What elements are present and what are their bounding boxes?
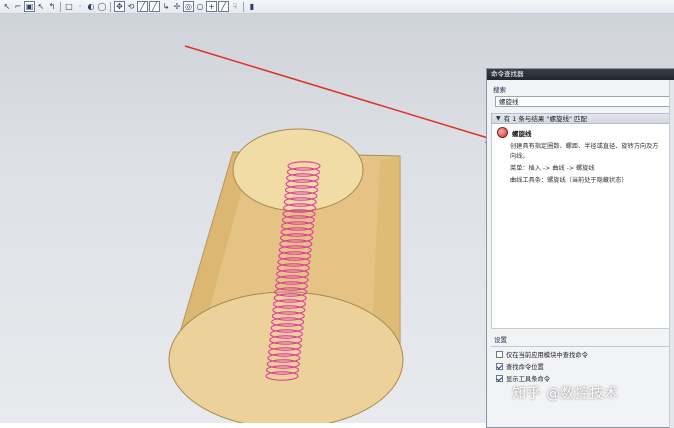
dialog-title: 命令查找器 <box>487 69 674 80</box>
result-description-line: 创建具有指定圈数、螺距、半径或直径、旋转方向及方 <box>510 143 659 150</box>
results-list: 螺旋线 创建具有指定圈数、螺距、半径或直径、旋转方向及方 向线。 菜单：插入 -… <box>491 124 671 329</box>
option-show-toolbar[interactable]: 显示工具条命令 <box>496 374 674 383</box>
snap-icon[interactable]: ⌐ <box>13 1 23 12</box>
checkbox-show-toolbar[interactable] <box>496 375 503 382</box>
toolbar-separator <box>110 1 111 12</box>
line-icon[interactable]: ╱ <box>137 1 148 12</box>
checkbox-find-location[interactable] <box>496 363 503 370</box>
result-toolbar-path: 曲线工具条：螺旋线（当前处于隐藏状态） <box>510 177 628 184</box>
option-label: 查找命令位置 <box>506 364 544 371</box>
point-icon[interactable]: ✢ <box>172 1 182 12</box>
search-label: 搜索 <box>493 86 506 94</box>
annotation-arrow <box>184 45 489 139</box>
result-item-helix[interactable]: 螺旋线 创建具有指定圈数、螺距、半径或直径、旋转方向及方 向线。 菜单：插入 -… <box>497 127 668 184</box>
bend-icon[interactable]: ↳ <box>161 1 171 12</box>
toolbar-separator <box>243 1 244 12</box>
top-toolbar: ↖ ⌐ ▣ ↖ ↰ □ · ◐ ◯ ✥ ⟲ ╱ ╱ ↳ ✢ ◎ ○ + ╱ ☟ ▮ <box>0 0 674 14</box>
circle-icon[interactable]: ○ <box>195 1 205 12</box>
circle-target-icon[interactable]: ◎ <box>183 1 194 12</box>
settings-header: 设置 <box>491 334 671 347</box>
rectangle-icon[interactable]: □ <box>64 1 74 12</box>
checkbox-current-app[interactable] <box>496 351 503 358</box>
rotate-icon[interactable]: ⟲ <box>126 1 136 12</box>
pointer-icon[interactable]: ☟ <box>230 1 240 12</box>
dialog-scrollbar[interactable] <box>669 80 674 428</box>
command-finder-dialog: 命令查找器 搜索 螺旋线 ▼ 有 1 条与结果 "螺旋线" 匹配 螺旋线 创建具… <box>486 68 674 428</box>
results-header[interactable]: ▼ 有 1 条与结果 "螺旋线" 匹配 <box>491 113 671 124</box>
results-header-label: 有 1 条与结果 "螺旋线" 匹配 <box>503 114 588 123</box>
result-menu-path: 菜单：插入 -> 曲线 -> 螺旋线 <box>510 165 595 172</box>
search-input[interactable]: 螺旋线 <box>495 96 673 107</box>
option-find-location[interactable]: 查找命令位置 <box>496 362 674 371</box>
toolbar-separator <box>60 1 61 12</box>
result-name[interactable]: 螺旋线 <box>512 128 532 138</box>
lasso-icon[interactable]: ↖ <box>36 1 46 12</box>
move-icon[interactable]: ✥ <box>114 1 125 12</box>
result-description-line: 向线。 <box>510 153 529 160</box>
option-current-app[interactable]: 仅在当前应用模块中查找命令 <box>496 350 674 359</box>
shade-icon[interactable]: ◐ <box>86 1 96 12</box>
curve-select-icon[interactable]: ↰ <box>47 1 57 12</box>
plus-icon[interactable]: + <box>206 1 217 12</box>
wireframe-icon[interactable]: ◯ <box>97 1 107 12</box>
layer-icon[interactable]: ▮ <box>247 1 257 12</box>
arrow-icon[interactable]: ↖ <box>2 1 12 12</box>
select-box-icon[interactable]: ▣ <box>24 1 35 12</box>
watermark: 知乎 @数控技术 <box>512 386 619 402</box>
collapse-icon[interactable]: ▼ <box>496 114 501 123</box>
slash-icon[interactable]: ╱ <box>218 1 229 12</box>
diagonal-icon[interactable]: ╱ <box>149 1 160 12</box>
dropdown-icon[interactable]: · <box>75 1 85 12</box>
option-label: 显示工具条命令 <box>506 376 551 383</box>
option-label: 仅在当前应用模块中查找命令 <box>506 352 588 359</box>
helix-command-icon[interactable] <box>497 127 508 138</box>
